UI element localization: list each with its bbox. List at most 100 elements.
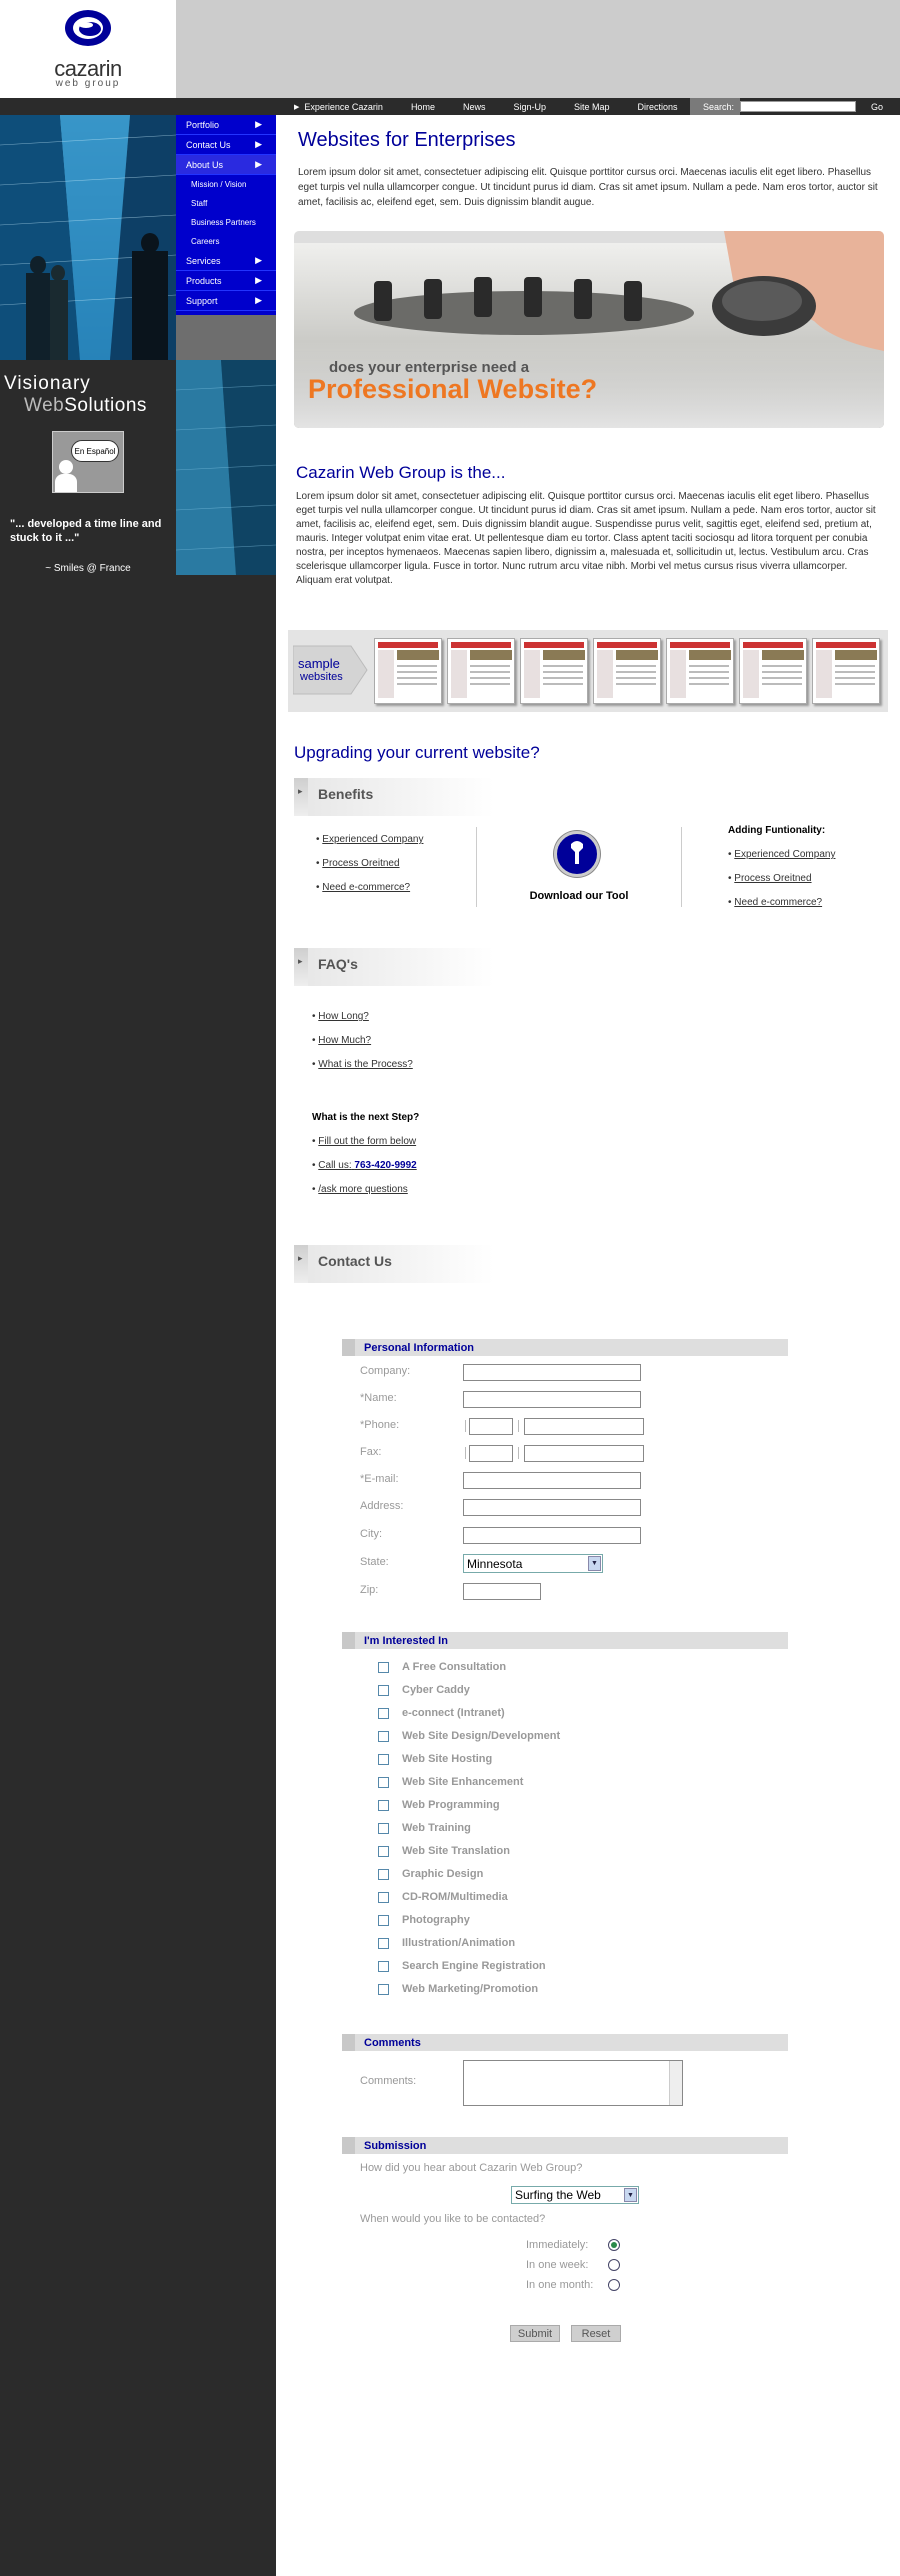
call-link[interactable]: Call us: 763-420-9992 bbox=[318, 1160, 416, 1171]
interest-option[interactable]: Cyber Caddy bbox=[378, 1683, 470, 1697]
nav-news[interactable]: News bbox=[449, 102, 500, 112]
next-step-link[interactable]: Fill out the form below bbox=[318, 1136, 416, 1147]
interest-option[interactable]: Web Site Hosting bbox=[378, 1752, 492, 1766]
zip-field[interactable] bbox=[463, 1583, 541, 1600]
city-field[interactable] bbox=[463, 1527, 641, 1544]
interest-option[interactable]: Web Site Enhancement bbox=[378, 1775, 523, 1789]
interest-option[interactable]: Photography bbox=[378, 1913, 470, 1927]
when-option[interactable]: In one week: bbox=[526, 2258, 620, 2272]
sample-thumbnail[interactable] bbox=[593, 638, 661, 704]
benefit-link[interactable]: Experienced Company bbox=[322, 834, 423, 845]
checkbox[interactable] bbox=[378, 1845, 389, 1857]
interest-option[interactable]: Web Programming bbox=[378, 1798, 500, 1812]
checkbox[interactable] bbox=[378, 1983, 389, 1995]
sample-thumbnail[interactable] bbox=[739, 638, 807, 704]
checkbox[interactable] bbox=[378, 1868, 389, 1880]
checkbox[interactable] bbox=[378, 1707, 389, 1719]
heard-select[interactable]: Surfing the Web ▼ bbox=[511, 2186, 639, 2204]
nav-directions[interactable]: Directions bbox=[624, 102, 692, 112]
menu-support[interactable]: Support ▶ bbox=[176, 291, 276, 311]
phone-area-field[interactable] bbox=[469, 1418, 513, 1435]
interest-option[interactable]: A Free Consultation bbox=[378, 1660, 506, 1674]
submenu-mission[interactable]: Mission / Vision bbox=[176, 175, 276, 194]
submenu-partners[interactable]: Business Partners bbox=[176, 213, 276, 232]
menu-about[interactable]: About Us ▶ bbox=[176, 155, 276, 175]
interest-option[interactable]: Web Training bbox=[378, 1821, 471, 1835]
interest-option[interactable]: Illustration/Animation bbox=[378, 1936, 515, 1950]
menu-portfolio[interactable]: Portfolio ▶ bbox=[176, 115, 276, 135]
checkbox[interactable] bbox=[378, 1960, 389, 1972]
fax-number-field[interactable] bbox=[524, 1445, 644, 1462]
list-item: • Call us: 763-420-9992 bbox=[312, 1160, 417, 1171]
sample-thumbnail[interactable] bbox=[447, 638, 515, 704]
radio-button[interactable] bbox=[608, 2259, 620, 2271]
checkbox[interactable] bbox=[378, 1914, 389, 1926]
comments-textarea[interactable] bbox=[463, 2060, 683, 2106]
checkbox[interactable] bbox=[378, 1776, 389, 1788]
state-select[interactable]: Minnesota ▼ bbox=[463, 1554, 603, 1573]
interest-option[interactable]: Web Site Translation bbox=[378, 1844, 510, 1858]
checkbox[interactable] bbox=[378, 1661, 389, 1673]
benefit-link[interactable]: Need e-commerce? bbox=[322, 882, 410, 893]
interest-option[interactable]: CD-ROM/Multimedia bbox=[378, 1890, 508, 1904]
interest-option[interactable]: Web Marketing/Promotion bbox=[378, 1982, 538, 1996]
fax-area-field[interactable] bbox=[469, 1445, 513, 1462]
sample-thumbnail[interactable] bbox=[812, 638, 880, 704]
professional-website-banner[interactable]: does your enterprise need a Professional… bbox=[294, 231, 884, 428]
interest-option[interactable]: e-connect (Intranet) bbox=[378, 1706, 505, 1720]
adding-list: • Experienced Company • Process Oreitned… bbox=[728, 848, 835, 920]
address-field[interactable] bbox=[463, 1499, 641, 1516]
name-field[interactable] bbox=[463, 1391, 641, 1408]
faq-link[interactable]: How Much? bbox=[318, 1035, 371, 1046]
nav-sitemap[interactable]: Site Map bbox=[560, 102, 624, 112]
interest-option[interactable]: Web Site Design/Development bbox=[378, 1729, 560, 1743]
submenu-careers[interactable]: Careers bbox=[176, 232, 276, 251]
nav-home[interactable]: Home bbox=[397, 102, 449, 112]
checkbox[interactable] bbox=[378, 1891, 389, 1903]
checkbox[interactable] bbox=[378, 1684, 389, 1696]
search-go-button[interactable]: Go bbox=[862, 98, 892, 115]
checkbox[interactable] bbox=[378, 1799, 389, 1811]
nav-experience[interactable]: ▶ Experience Cazarin bbox=[280, 102, 397, 112]
menu-contact[interactable]: Contact Us ▶ bbox=[176, 135, 276, 155]
checkbox[interactable] bbox=[378, 1822, 389, 1834]
radio-button[interactable] bbox=[608, 2279, 620, 2291]
next-step-link[interactable]: /ask more questions bbox=[318, 1184, 408, 1195]
submit-button[interactable]: Submit bbox=[510, 2325, 560, 2342]
email-field[interactable] bbox=[463, 1472, 641, 1489]
adding-link[interactable]: Process Oreitned bbox=[734, 873, 811, 884]
benefit-link[interactable]: Process Oreitned bbox=[322, 858, 399, 869]
radio-button[interactable] bbox=[608, 2239, 620, 2251]
sample-thumbnail[interactable] bbox=[666, 638, 734, 704]
logo[interactable]: cazarin web group bbox=[0, 0, 176, 98]
download-tool-icon[interactable] bbox=[554, 831, 600, 877]
download-tool-label[interactable]: Download our Tool bbox=[504, 890, 654, 902]
espanol-button[interactable]: En Español bbox=[52, 431, 124, 493]
when-option[interactable]: In one month: bbox=[526, 2278, 620, 2292]
checkbox[interactable] bbox=[378, 1937, 389, 1949]
menu-spacer bbox=[176, 315, 276, 360]
company-field[interactable] bbox=[463, 1364, 641, 1381]
interest-option[interactable]: Search Engine Registration bbox=[378, 1959, 546, 1973]
menu-products[interactable]: Products ▶ bbox=[176, 271, 276, 291]
scrollbar[interactable] bbox=[669, 2061, 682, 2105]
search-input[interactable] bbox=[740, 101, 856, 112]
when-option[interactable]: Immediately: bbox=[526, 2238, 620, 2252]
submenu-staff[interactable]: Staff bbox=[176, 194, 276, 213]
arrow-right-icon: ▶ bbox=[255, 159, 262, 169]
phone-number-field[interactable] bbox=[524, 1418, 644, 1435]
interest-option[interactable]: Graphic Design bbox=[378, 1867, 483, 1881]
nav-signup[interactable]: Sign-Up bbox=[499, 102, 560, 112]
checkbox[interactable] bbox=[378, 1730, 389, 1742]
menu-services[interactable]: Services ▶ bbox=[176, 251, 276, 271]
adding-link[interactable]: Experienced Company bbox=[734, 849, 835, 860]
sample-thumbnail[interactable] bbox=[374, 638, 442, 704]
divider bbox=[681, 827, 682, 907]
sample-websites-label[interactable]: sample websites bbox=[293, 638, 371, 702]
sample-thumbnail[interactable] bbox=[520, 638, 588, 704]
adding-link[interactable]: Need e-commerce? bbox=[734, 897, 822, 908]
checkbox[interactable] bbox=[378, 1753, 389, 1765]
reset-button[interactable]: Reset bbox=[571, 2325, 621, 2342]
faq-link[interactable]: How Long? bbox=[318, 1011, 369, 1022]
faq-link[interactable]: What is the Process? bbox=[318, 1059, 412, 1070]
